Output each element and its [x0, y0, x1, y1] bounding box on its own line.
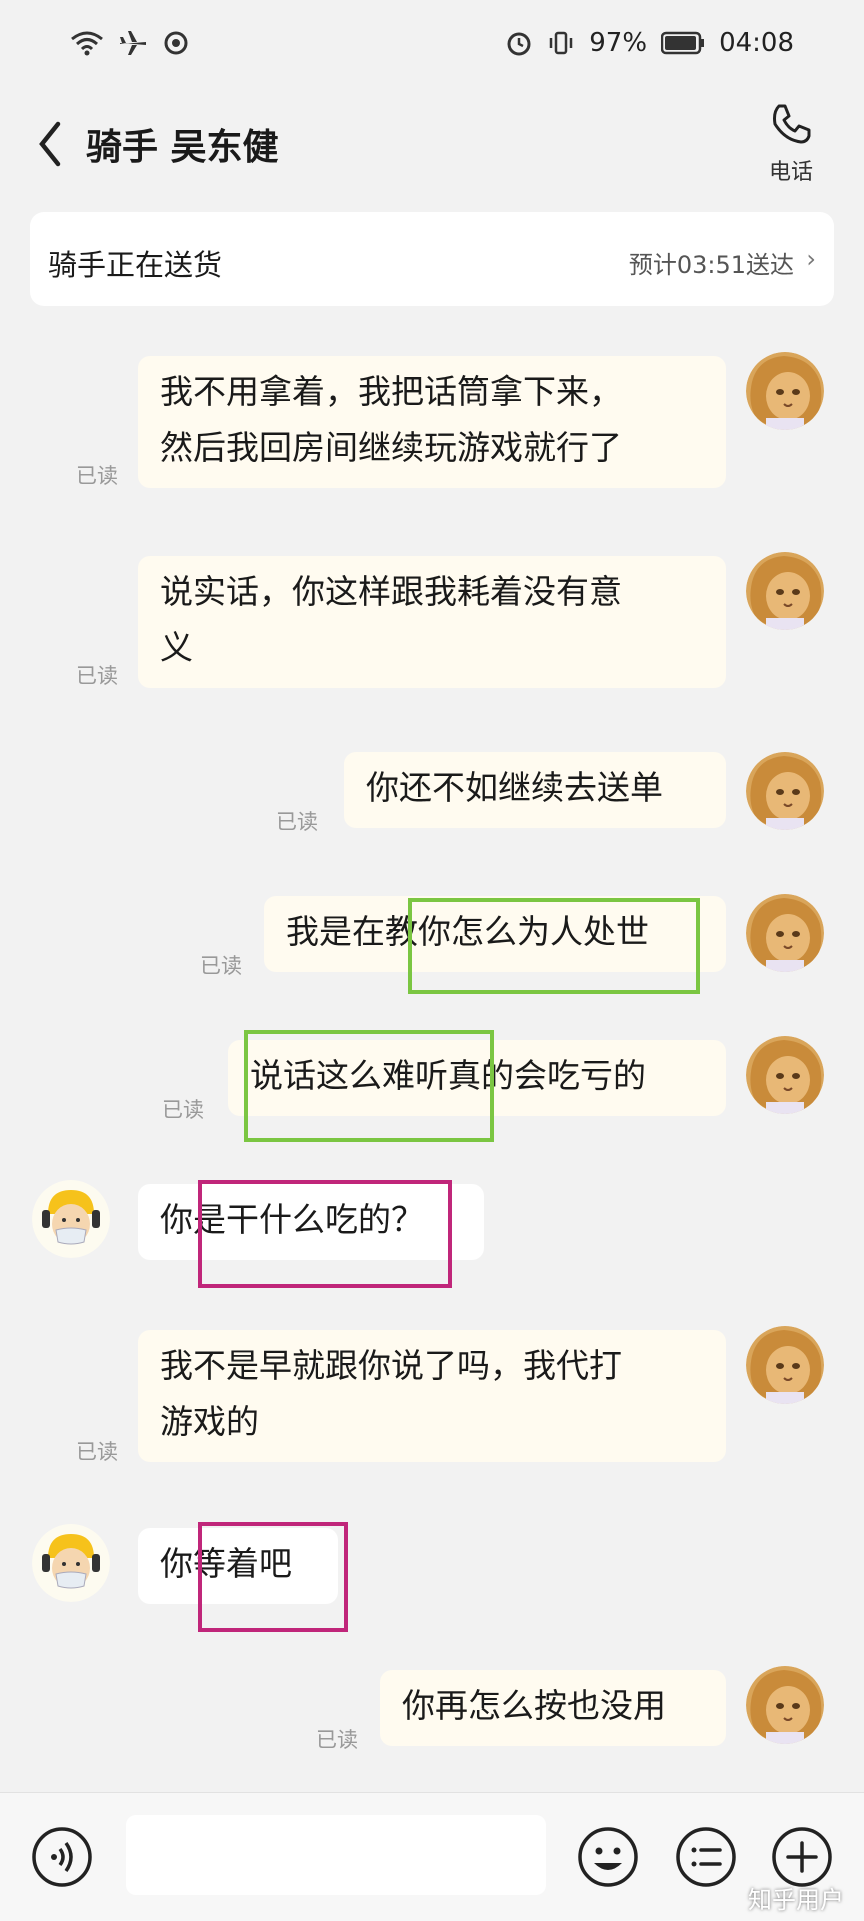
status-icons-right: 97% 04:08	[505, 28, 794, 58]
message-line: 我是在教你怎么为人处世	[286, 912, 649, 951]
alarm-icon	[507, 32, 531, 56]
message-line: 义	[160, 628, 193, 667]
chat-input-bar	[0, 1792, 864, 1921]
hotspot-icon	[164, 31, 188, 55]
call-button[interactable]: 电话	[746, 100, 836, 186]
battery-percent: 97%	[589, 28, 648, 58]
self-avatar[interactable]	[746, 1326, 824, 1404]
message-line: 你等着吧	[160, 1544, 292, 1583]
watermark: 知乎用户	[748, 1886, 844, 1914]
message-line: 你还不如继续去送单	[366, 768, 663, 807]
rider-avatar[interactable]	[32, 1524, 110, 1602]
message-line: 我不是早就跟你说了吗，我代打	[160, 1346, 622, 1385]
status-icons-left	[70, 29, 190, 57]
self-avatar[interactable]	[746, 1036, 824, 1114]
message-bubble[interactable]: 你是干什么吃的？	[138, 1184, 484, 1260]
message-bubble[interactable]: 你还不如继续去送单	[344, 752, 726, 828]
message-line: 你是干什么吃的？	[160, 1200, 424, 1239]
delivery-eta: 预计03:51送达	[628, 251, 794, 279]
self-avatar[interactable]	[746, 894, 824, 972]
read-receipt: 已读	[76, 464, 118, 488]
status-bar: 97% 04:08	[0, 0, 864, 86]
wifi-icon	[71, 31, 103, 56]
self-avatar[interactable]	[746, 752, 824, 830]
self-avatar[interactable]	[746, 352, 824, 430]
rider-avatar[interactable]	[32, 1180, 110, 1258]
message-line: 游戏的	[160, 1402, 259, 1441]
message-line: 我不用拿着，我把话筒拿下来，	[160, 372, 622, 411]
message-bubble[interactable]: 你再怎么按也没用	[380, 1670, 726, 1746]
chat-title: 骑手 吴东健	[86, 127, 279, 168]
emoji-icon[interactable]	[576, 1825, 640, 1889]
self-avatar[interactable]	[746, 1666, 824, 1744]
phone-icon	[773, 104, 811, 144]
read-receipt: 已读	[276, 810, 318, 834]
chevron-right-icon: ›	[806, 245, 816, 273]
message-bubble[interactable]: 我是在教你怎么为人处世	[264, 896, 726, 972]
message-bubble[interactable]: 你等着吧	[138, 1528, 338, 1604]
voice-input-icon[interactable]	[30, 1825, 94, 1889]
message-bubble[interactable]: 我不用拿着，我把话筒拿下来， 然后我回房间继续玩游戏就行了	[138, 356, 726, 488]
read-receipt: 已读	[76, 664, 118, 688]
chat-header: 骑手 吴东健 电话	[0, 100, 864, 200]
message-line: 说实话，你这样跟我耗着没有意	[160, 572, 622, 611]
message-bubble[interactable]: 说实话，你这样跟我耗着没有意 义	[138, 556, 726, 688]
read-receipt: 已读	[76, 1440, 118, 1464]
delivery-status-card[interactable]: 骑手正在送货 预计03:51送达 ›	[30, 212, 834, 306]
message-bubble[interactable]: 我不是早就跟你说了吗，我代打 游戏的	[138, 1330, 726, 1462]
message-input[interactable]	[126, 1815, 546, 1895]
read-receipt: 已读	[200, 954, 242, 978]
airplane-icon	[120, 31, 146, 55]
message-line: 你再怎么按也没用	[402, 1686, 666, 1725]
message-line: 然后我回房间继续玩游戏就行了	[160, 428, 622, 467]
quick-reply-list-icon[interactable]	[674, 1825, 738, 1889]
vibrate-icon	[550, 31, 573, 55]
message-line: 说话这么难听真的会吃亏的	[250, 1056, 646, 1095]
read-receipt: 已读	[316, 1728, 358, 1752]
delivery-status-text: 骑手正在送货	[48, 248, 223, 282]
back-chevron-icon[interactable]	[30, 114, 70, 174]
battery-icon	[661, 31, 705, 55]
read-receipt: 已读	[162, 1098, 204, 1122]
self-avatar[interactable]	[746, 552, 824, 630]
call-label: 电话	[768, 160, 813, 185]
message-bubble[interactable]: 说话这么难听真的会吃亏的	[228, 1040, 726, 1116]
clock-time: 04:08	[719, 28, 794, 58]
